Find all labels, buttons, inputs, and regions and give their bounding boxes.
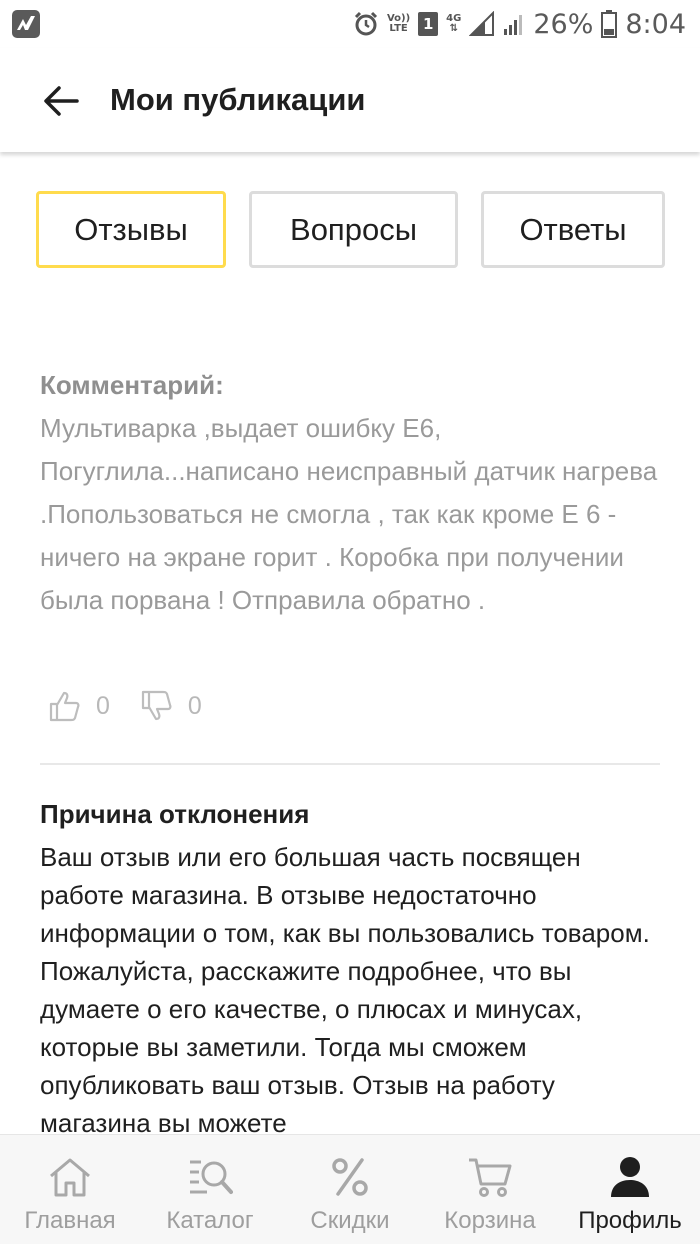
review-comment: Комментарий: Мультиварка ,выдает ошибку … (40, 364, 670, 622)
network-indicator: 4G ⇅ (446, 13, 462, 34)
page-title: Мои публикации (110, 82, 366, 117)
nav-catalog[interactable]: Каталог (140, 1135, 280, 1244)
battery-icon (601, 10, 618, 38)
rejection-text: Ваш отзыв или его большая часть посвящен… (40, 842, 650, 1138)
dislikes-count: 0 (187, 691, 202, 720)
battery-percent: 26% (533, 8, 594, 40)
tab-reviews[interactable]: Отзывы (36, 191, 226, 268)
back-button[interactable] (38, 78, 84, 124)
clock: 8:04 (625, 8, 686, 40)
nav-discounts-label: Скидки (310, 1207, 390, 1234)
comment-text: Мультиварка ,выдает ошибку Е6, Погуглила… (40, 413, 658, 615)
signal-icon (469, 11, 495, 36)
thumbs-down-icon (141, 690, 172, 721)
alarm-icon (354, 11, 378, 36)
status-bar: Vo)) LTE 1 4G ⇅ 26% 8:04 (0, 0, 700, 48)
nav-discounts[interactable]: Скидки (280, 1135, 420, 1244)
bottom-nav: Главная Каталог Скидки Корзина Профиль (0, 1134, 700, 1244)
tab-answers[interactable]: Ответы (481, 191, 665, 268)
volte-indicator: Vo)) LTE (386, 13, 411, 34)
home-icon (50, 1158, 90, 1197)
signal-icon-2 (504, 15, 523, 35)
comment-label: Комментарий: (40, 370, 224, 400)
thumbs-up-icon (49, 691, 80, 722)
sim-icon: 1 (418, 12, 439, 36)
nav-cart[interactable]: Корзина (420, 1135, 560, 1244)
nav-profile[interactable]: Профиль (560, 1135, 700, 1244)
catalog-search-icon (190, 1160, 233, 1194)
app-bar: Мои публикации (0, 48, 700, 152)
profile-icon (611, 1157, 649, 1197)
nav-catalog-label: Каталог (166, 1207, 254, 1234)
vote-bar: 0 0 (48, 686, 202, 726)
nav-profile-label: Профиль (578, 1207, 682, 1234)
dislike-button[interactable]: 0 (140, 689, 202, 723)
like-button[interactable]: 0 (48, 689, 110, 723)
app-logo-icon (12, 10, 40, 38)
cart-icon (469, 1158, 512, 1197)
rejection-title: Причина отклонения (40, 799, 310, 829)
nav-home[interactable]: Главная (0, 1135, 140, 1244)
nav-cart-label: Корзина (444, 1207, 536, 1234)
likes-count: 0 (96, 691, 110, 720)
rejection-reason: Причина отклонения Ваш отзыв или его бол… (40, 794, 670, 1142)
percent-icon (332, 1158, 368, 1196)
arrow-left-icon (44, 86, 79, 116)
nav-home-label: Главная (24, 1207, 116, 1234)
tab-questions[interactable]: Вопросы (249, 191, 458, 268)
divider (40, 763, 660, 765)
